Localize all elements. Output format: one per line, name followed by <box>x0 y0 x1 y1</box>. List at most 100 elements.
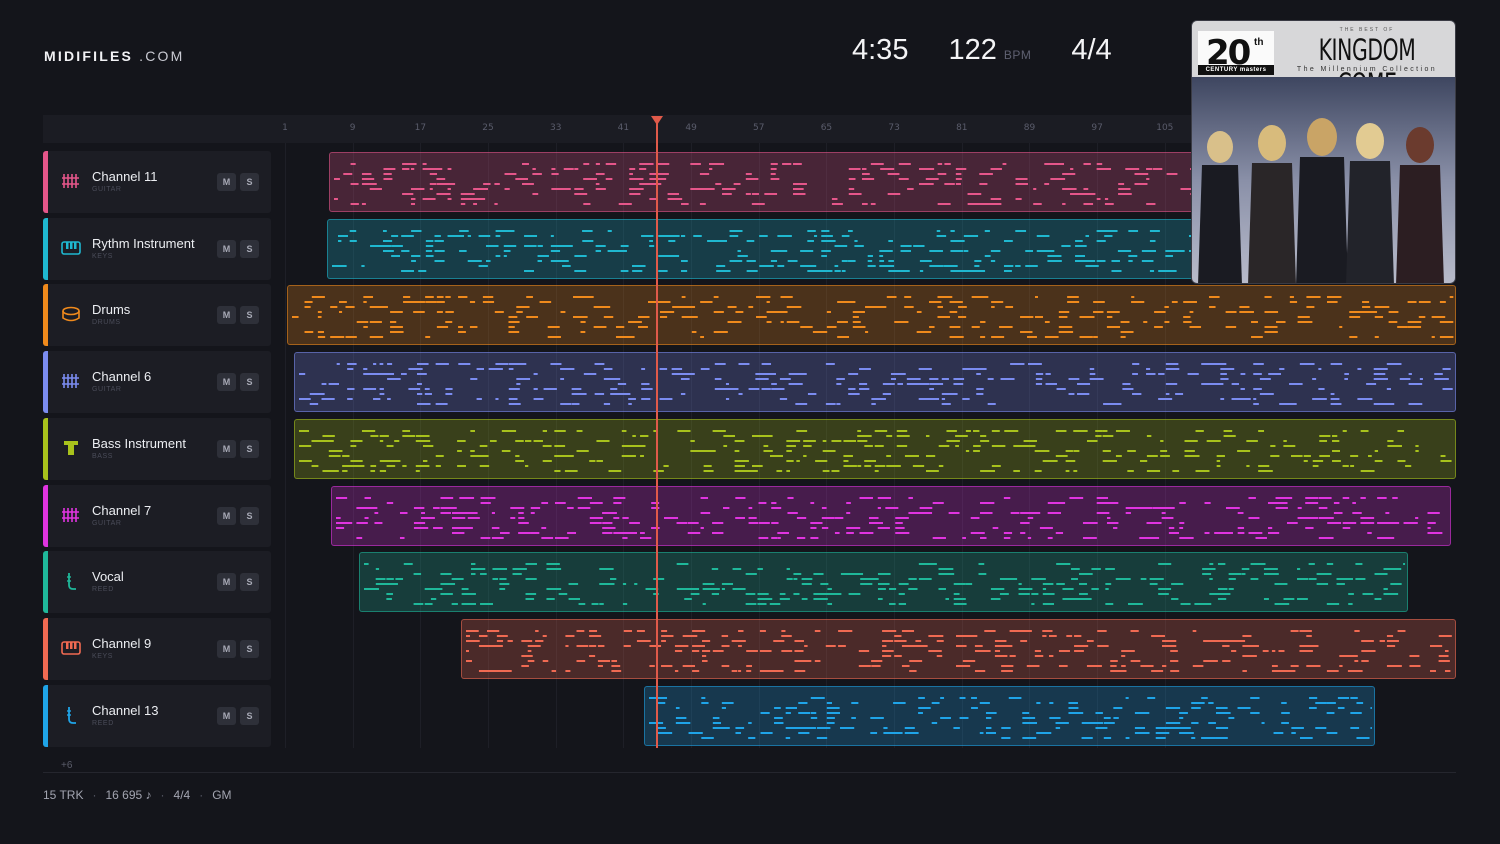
playhead-marker-icon[interactable] <box>651 116 664 125</box>
midi-clip[interactable] <box>294 418 1456 479</box>
midi-note <box>1361 301 1369 304</box>
track-color-bar <box>43 617 48 680</box>
midi-note <box>468 259 483 262</box>
solo-button[interactable]: S <box>240 573 259 592</box>
midi-note <box>1050 178 1066 180</box>
midi-note <box>1110 664 1117 667</box>
mute-button[interactable]: M <box>217 439 236 458</box>
midi-note <box>1096 239 1107 242</box>
more-tracks-indicator[interactable]: +6 <box>61 760 72 771</box>
track-header[interactable]: Channel 11 GUITAR M S <box>43 151 271 213</box>
track-header[interactable]: Bass Instrument BASS M S <box>43 417 271 480</box>
midi-note <box>565 469 578 472</box>
midi-note <box>880 168 895 170</box>
midi-note <box>583 163 590 165</box>
mute-button[interactable]: M <box>217 639 236 658</box>
midi-note <box>604 368 613 371</box>
solo-button[interactable]: S <box>240 373 259 392</box>
midi-note <box>757 603 767 606</box>
midi-note <box>780 378 792 381</box>
midi-note <box>1077 383 1091 386</box>
midi-clip[interactable] <box>327 218 1309 279</box>
midi-note <box>979 536 987 539</box>
track-header[interactable]: Channel 6 GUITAR M S <box>43 351 271 414</box>
midi-note <box>604 403 611 406</box>
midi-note <box>759 629 766 632</box>
midi-note <box>810 521 823 524</box>
midi-note <box>1104 234 1113 237</box>
solo-button[interactable]: S <box>240 239 259 258</box>
midi-note <box>347 398 353 401</box>
mute-button[interactable]: M <box>217 173 236 191</box>
mute-button[interactable]: M <box>217 506 236 525</box>
midi-note <box>543 459 553 462</box>
midi-clip[interactable] <box>286 285 1456 346</box>
solo-button[interactable]: S <box>240 439 259 458</box>
midi-note <box>1042 629 1050 632</box>
midi-note <box>414 573 422 576</box>
site-logo[interactable]: MIDIFILES .COM <box>44 48 184 64</box>
midi-note <box>1397 429 1405 432</box>
mute-button[interactable]: M <box>217 573 236 592</box>
midi-note <box>580 321 586 324</box>
midi-clip[interactable] <box>294 352 1456 413</box>
track-header[interactable]: Drums DRUMS M S <box>43 284 271 347</box>
midi-note <box>1255 536 1267 539</box>
solo-button[interactable]: S <box>240 706 259 725</box>
track-header[interactable]: Channel 7 GUITAR M S <box>43 484 271 547</box>
series-name: CENTURY masters <box>1198 65 1274 75</box>
midi-note <box>494 311 504 314</box>
midi-note <box>845 531 854 534</box>
midi-note <box>888 269 902 272</box>
midi-note <box>738 669 742 672</box>
midi-note <box>955 434 966 437</box>
midi-note <box>608 229 613 232</box>
playhead[interactable] <box>656 123 659 748</box>
solo-button[interactable]: S <box>240 173 259 191</box>
solo-button[interactable]: S <box>240 506 259 525</box>
midi-note <box>597 664 603 667</box>
midi-note <box>364 588 380 591</box>
track-header[interactable]: Channel 9 KEYS M S <box>43 617 271 680</box>
midi-note <box>1330 393 1335 396</box>
solo-button[interactable]: S <box>240 306 259 325</box>
midi-note <box>733 183 741 185</box>
midi-note <box>1397 629 1406 632</box>
midi-note <box>527 659 535 662</box>
solo-button[interactable]: S <box>240 639 259 658</box>
midi-note <box>1297 598 1309 601</box>
midi-note <box>554 444 566 447</box>
midi-clip[interactable] <box>643 685 1375 746</box>
midi-clip[interactable] <box>359 552 1409 613</box>
midi-note <box>1151 669 1164 672</box>
track-header[interactable]: Channel 13 REED M S <box>43 684 271 747</box>
midi-note <box>1178 726 1189 729</box>
midi-note <box>787 259 798 262</box>
midi-note <box>676 521 687 524</box>
midi-note <box>1374 378 1389 381</box>
midi-note <box>416 464 430 467</box>
midi-note <box>376 583 388 586</box>
midi-note <box>1190 736 1195 739</box>
midi-clip[interactable] <box>328 152 1309 212</box>
midi-note <box>836 383 842 386</box>
mute-button[interactable]: M <box>217 706 236 725</box>
midi-note <box>1319 434 1331 437</box>
midi-note <box>1113 706 1122 709</box>
midi-note <box>1134 173 1149 175</box>
midi-note <box>1102 459 1118 462</box>
midi-note <box>615 326 624 329</box>
track-header[interactable]: Rythm Instrument KEYS M S <box>43 217 271 280</box>
mute-button[interactable]: M <box>217 373 236 392</box>
midi-note <box>1079 583 1088 586</box>
midi-note <box>945 573 955 576</box>
midi-clip[interactable] <box>460 618 1456 679</box>
midi-clip[interactable] <box>330 485 1451 546</box>
midi-note <box>1439 321 1449 324</box>
track-header[interactable]: Vocal REED M S <box>43 551 271 614</box>
mute-button[interactable]: M <box>217 306 236 325</box>
midi-note <box>628 521 640 524</box>
mute-button[interactable]: M <box>217 239 236 258</box>
midi-note <box>955 173 962 175</box>
midi-note <box>1086 639 1094 642</box>
